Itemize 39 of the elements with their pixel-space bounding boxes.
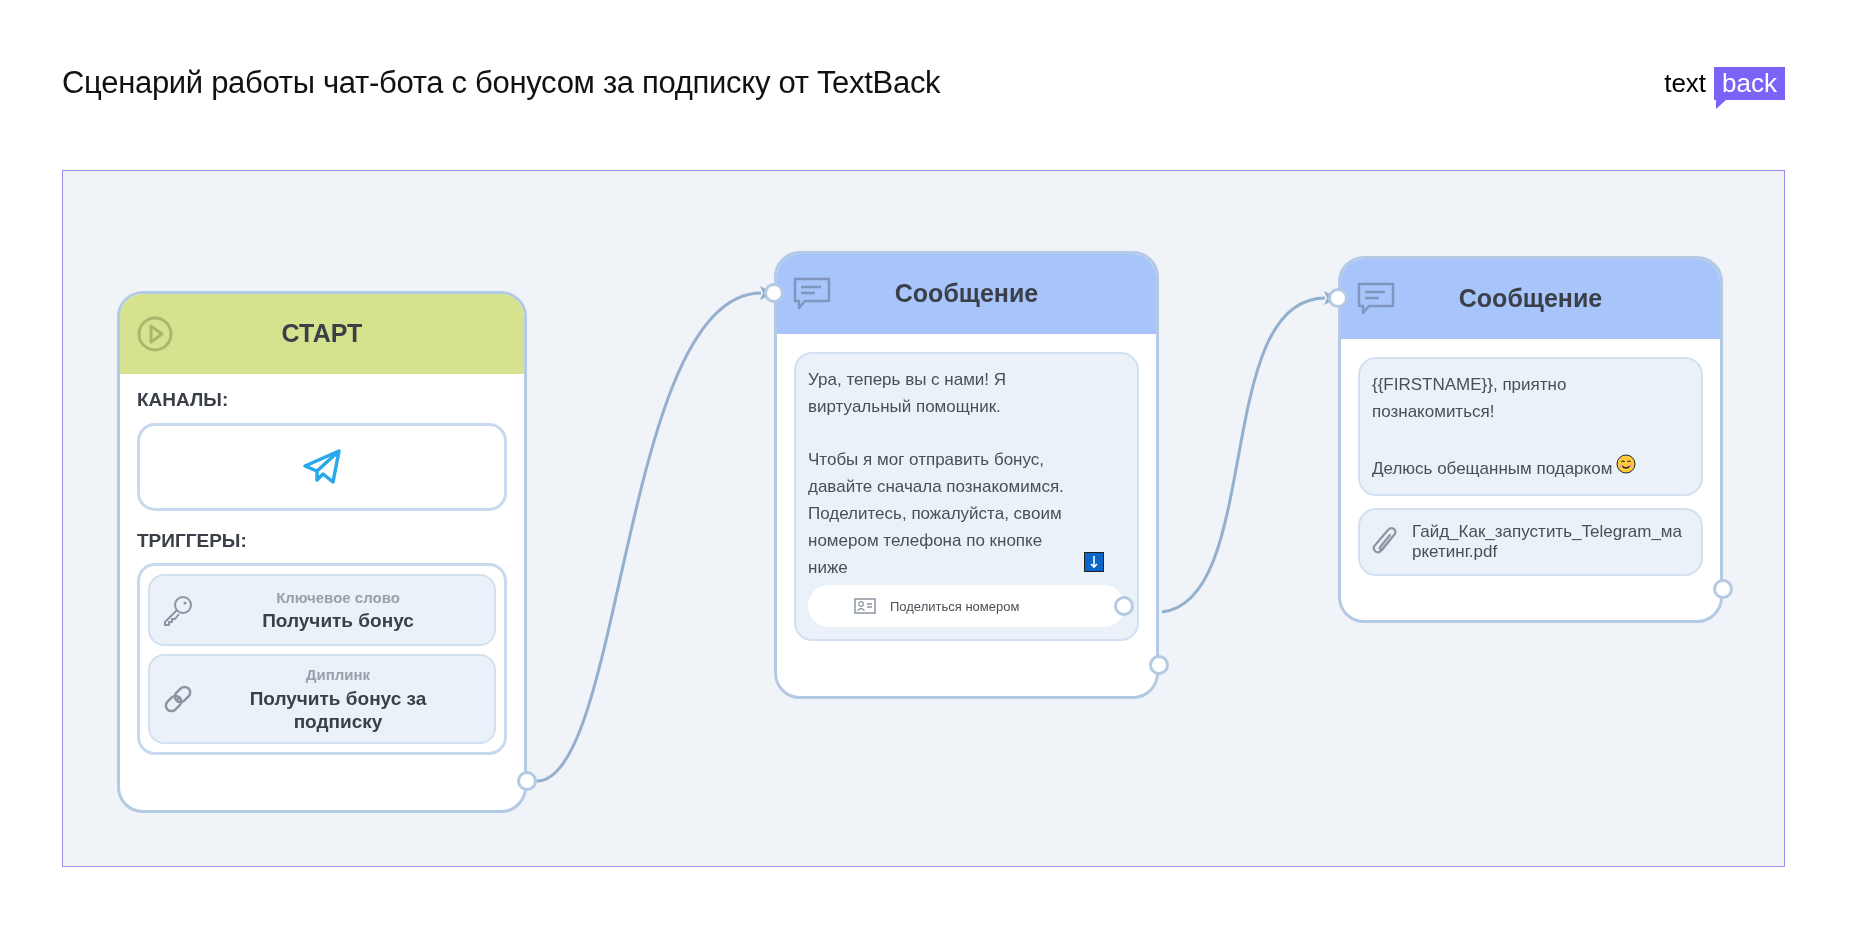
message-text: {{FIRSTNAME}}, приятно познакомиться! [1372,374,1568,423]
node-title: Сообщение [1458,283,1603,315]
output-port[interactable] [1149,655,1169,675]
output-port[interactable] [1713,579,1733,599]
node-title: СТАРТ [281,318,363,350]
button-label: Поделиться номером [890,597,1020,616]
key-icon [162,594,194,626]
node-title: Сообщение [894,278,1039,310]
section-label: КАНАЛЫ: [137,388,229,412]
page-title: Сценарий работы чат-бота с бонусом за подписку от TextBack [62,64,941,102]
message-text: Ура, теперь вы с нами! Я виртуальный помощник. [808,369,1008,418]
input-port[interactable] [1328,288,1348,308]
smiley-icon [1616,454,1637,474]
trigger-type: Ключевое слово [276,587,400,608]
message-node[interactable]: Сообщение Ура, теперь вы с нами! Я виртуальный помощник. Чтобы я мог отправить бонус, давайте сначала познакомимся. Поделитесь, пожалуйста, своим номером телефона по кнопке ниже Поделиться номером [774,251,1159,699]
input-port[interactable] [764,283,784,303]
trigger-card[interactable]: Ключевое слово Получить бонус [148,574,496,646]
button-port[interactable] [1114,596,1134,616]
chat-icon [793,277,831,311]
paper-plane-icon [302,447,342,486]
trigger-value: Получить бонус за подписку [248,686,428,734]
trigger-type: Диплинк [305,665,371,685]
trigger-value: Получить бонус [261,609,415,634]
message-text: Делюсь обещанным подарком [1372,458,1613,480]
trigger-card[interactable]: Диплинк Получить бонус за подписку [148,654,496,744]
contact-card-icon [854,597,876,615]
chat-icon [1357,282,1395,316]
logo-badge: back [1714,66,1785,100]
file-name: Гайд_Как_запустить_Telegram_маркетинг.pdf [1412,522,1683,562]
logo-tail-icon [1716,99,1727,109]
section-label: ТРИГГЕРЫ: [137,528,247,553]
file-attachment[interactable]: Гайд_Как_запустить_Telegram_маркетинг.pdf [1358,508,1703,576]
start-node[interactable]: СТАРТ КАНАЛЫ: ТРИГГЕРЫ: Ключевое слово Получить бонус Диплинк Получить бонус за подписку [117,291,527,813]
message-node[interactable]: Сообщение {{FIRSTNAME}}, приятно познакомиться! Делюсь обещанным подарком Гайд_Как_запустить_Telegram_маркетинг.pdf [1338,256,1723,623]
message-text: Чтобы я мог отправить бонус, давайте сначала познакомимся. Поделитесь, пожалуйста, своим номером телефона по кнопке ниже [808,449,1065,579]
logo-text: text [1664,66,1707,100]
link-icon [162,683,194,715]
play-icon [136,315,174,353]
output-port[interactable] [517,771,537,791]
